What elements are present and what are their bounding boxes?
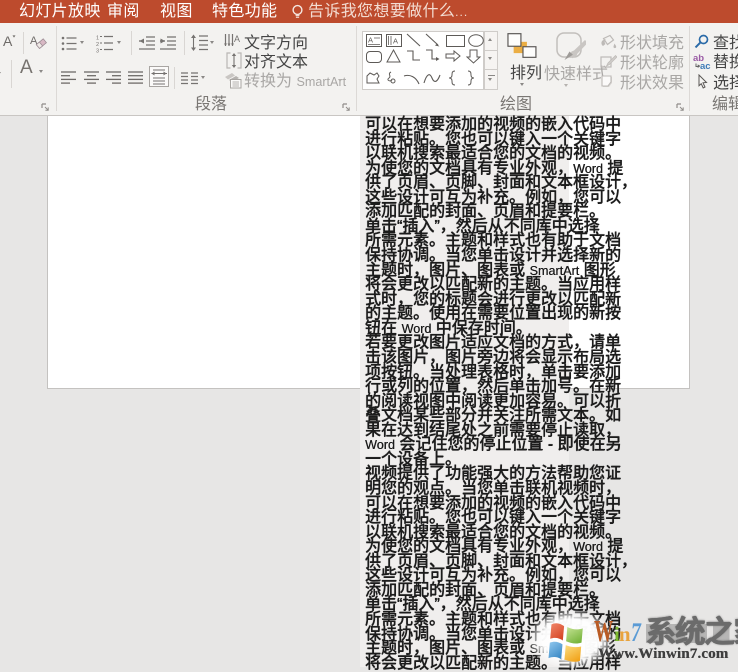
- svg-text:1: 1: [96, 36, 99, 42]
- svg-text:3: 3: [96, 49, 99, 54]
- svg-text:A: A: [368, 36, 373, 45]
- svg-text:A: A: [393, 37, 398, 46]
- svg-text:A: A: [234, 34, 240, 44]
- svg-text:2: 2: [96, 42, 99, 48]
- svg-text:ac: ac: [700, 61, 711, 70]
